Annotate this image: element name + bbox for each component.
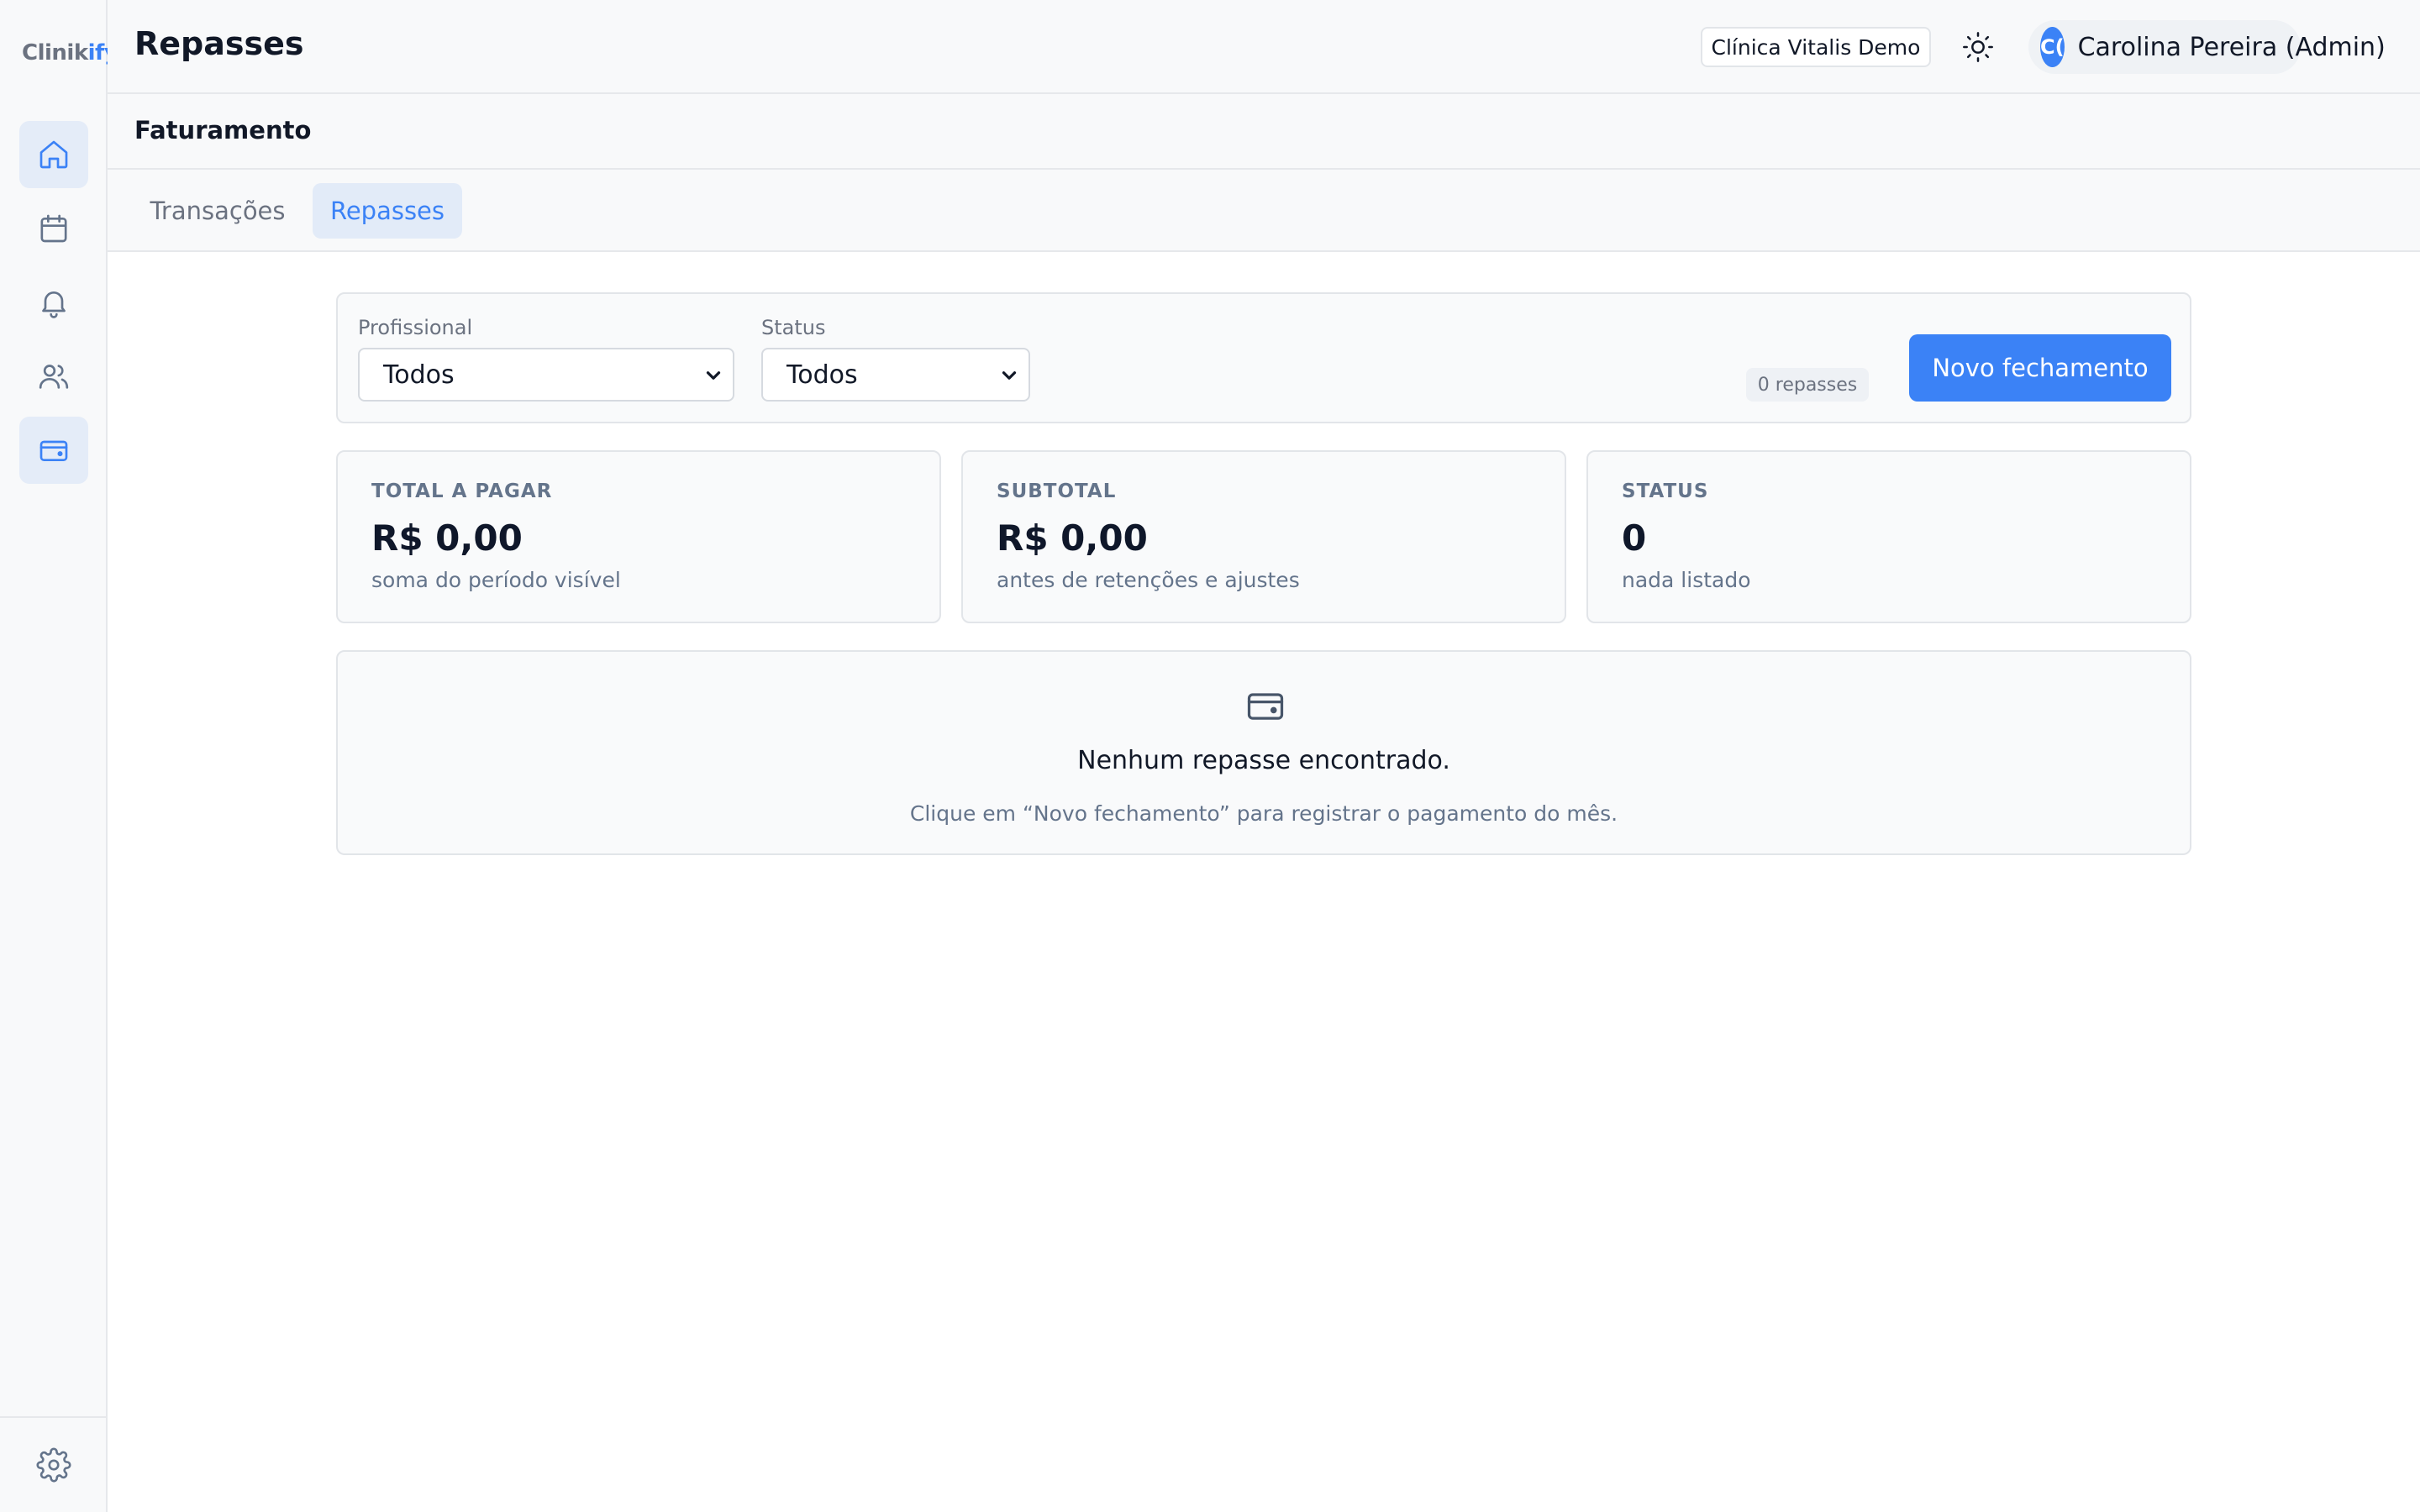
section-title: Faturamento [134,116,312,144]
wallet-icon [39,440,68,461]
status-select[interactable]: Todos [761,348,1030,402]
sidebar-item-billing[interactable] [19,417,88,484]
stat-card-subtotal: SUBTOTAL R$ 0,00 antes de retenções e aj… [961,450,1566,623]
sidebar-item-home[interactable] [19,121,88,188]
stat-label: TOTAL A PAGAR [371,480,553,502]
bell-icon [42,291,66,318]
stat-card-status: STATUS 0 nada listado [1586,450,2191,623]
stat-label: STATUS [1622,480,1709,502]
stat-card-total: TOTAL A PAGAR R$ 0,00 soma do período vi… [336,450,941,623]
logo-text: Clinik [22,40,88,66]
chevron-down-icon [706,371,721,380]
calendar-icon [40,214,67,243]
clinic-selector[interactable]: Clínica Vitalis Demo [1701,27,1931,67]
gear-icon [36,1447,71,1483]
user-menu[interactable]: C( Carolina Pereira (Admin) [2028,20,2386,74]
sidebar: Clinikify [0,0,118,1512]
app-logo[interactable]: Clinikify [22,40,118,66]
empty-state-hint: Clique em “Novo fechamento” para registr… [909,801,1618,826]
tab-transacoes[interactable]: Transações [134,183,301,239]
avatar: C( [2040,27,2065,67]
page-title: Repasses [134,25,304,62]
stat-subtext: soma do período visível [371,568,621,592]
status-filter-label: Status [761,316,826,339]
professional-filter-label: Profissional [358,316,473,339]
sun-icon [1963,32,1993,62]
section-bar: Faturamento [108,94,2420,170]
stat-value: R$ 0,00 [371,517,523,559]
filter-card: Profissional Todos Status Todos 0 repass… [336,292,2191,423]
tab-repasses[interactable]: Repasses [313,183,462,239]
professional-select[interactable]: Todos [358,348,734,402]
theme-toggle-button[interactable] [1958,27,1998,67]
stat-subtext: antes de retenções e ajustes [997,568,1300,592]
stat-label: SUBTOTAL [997,480,1117,502]
sidebar-item-calendar[interactable] [19,195,88,262]
new-closing-button[interactable]: Novo fechamento [1909,334,2171,402]
users-icon [39,365,69,389]
sidebar-item-notifications[interactable] [19,269,88,336]
stat-subtext: nada listado [1622,568,1751,592]
tabs-bar: Transações Repasses [108,170,2420,252]
top-header: Repasses Clínica Vitalis Demo C( Carolin… [108,0,2420,94]
wallet-icon [1247,693,1284,720]
chevron-down-icon [1002,371,1017,380]
professional-select-value: Todos [383,360,455,390]
empty-state-title: Nenhum repasse encontrado. [1077,746,1450,775]
stat-value: 0 [1622,517,1647,559]
count-badge: 0 repasses [1746,368,1869,402]
home-icon [39,140,68,169]
empty-state: Nenhum repasse encontrado. Clique em “No… [336,650,2191,855]
status-select-value: Todos [786,360,858,390]
stat-value: R$ 0,00 [997,517,1148,559]
sidebar-item-patients[interactable] [19,343,88,410]
user-name: Carolina Pereira (Admin) [2077,32,2386,62]
settings-button[interactable] [0,1416,108,1512]
